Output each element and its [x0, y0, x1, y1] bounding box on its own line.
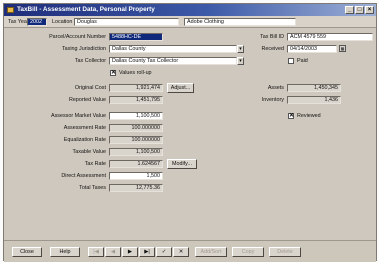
assessor-market-value-label: Assessor Market Value: [50, 113, 106, 119]
help-button[interactable]: Help: [50, 247, 80, 257]
taxable-value-field: 1,100,500: [109, 148, 163, 156]
assessor-market-value-field[interactable]: 1,100,500: [109, 112, 163, 120]
add-sort-button[interactable]: Add/Sort: [195, 247, 227, 257]
bottom-toolbar: Close Help |◀ ◀ ▶ ▶| ✓ ✕ Add/Sort Copy D…: [4, 240, 376, 262]
calendar-icon[interactable]: ▦: [339, 45, 346, 52]
original-cost-label: Original Cost: [74, 85, 106, 91]
copy-button[interactable]: Copy: [232, 247, 264, 257]
tax-collector-select[interactable]: Dallas County Tax Collector: [109, 57, 237, 65]
tax-bill-id-field[interactable]: ACM 4579 559: [287, 33, 373, 41]
next-record-button[interactable]: ▶: [122, 247, 138, 257]
maximize-icon[interactable]: □: [355, 6, 364, 14]
taxing-jurisdiction-select[interactable]: Dallas County: [109, 45, 237, 53]
direct-assessment-label: Direct Assessment: [61, 173, 106, 179]
adjust-button[interactable]: Adjust...: [167, 83, 194, 93]
inventory-field: 1,436: [287, 96, 341, 104]
chevron-down-icon[interactable]: ▾: [237, 57, 244, 65]
tax-year-field[interactable]: 2002: [27, 18, 47, 26]
assets-field: 1,450,345: [287, 84, 341, 92]
previous-record-button[interactable]: ◀: [105, 247, 121, 257]
reviewed-label: Reviewed: [297, 113, 321, 119]
inventory-label: Inventory: [261, 97, 284, 103]
paid-label: Paid: [297, 58, 308, 64]
total-taxes-label: Total Taxes: [79, 185, 106, 191]
values-rollup-checkbox[interactable]: ✕: [110, 70, 116, 76]
close-icon[interactable]: ×: [365, 6, 374, 14]
values-rollup-label: Values roll-up: [119, 70, 152, 76]
last-record-button[interactable]: ▶|: [139, 247, 155, 257]
location-label: Location: [52, 19, 73, 25]
header-bar: Tax Year 2002 Location Douglas Adobe Clo…: [4, 16, 376, 28]
tax-collector-label: Tax Collector: [74, 58, 106, 64]
reviewed-checkbox[interactable]: ✕: [288, 113, 294, 119]
tax-year-label: Tax Year: [8, 19, 29, 25]
taxable-value-label: Taxable Value: [72, 149, 106, 155]
reported-value-label: Reported Value: [68, 97, 106, 103]
tax-bill-id-label: Tax Bill ID: [260, 34, 284, 40]
direct-assessment-field[interactable]: 1,500: [109, 172, 163, 180]
received-date-field[interactable]: 04/14/2003: [287, 45, 337, 53]
close-button[interactable]: Close: [12, 247, 42, 257]
reported-value-field: 1,451,795: [109, 96, 163, 104]
delete-button[interactable]: Delete: [269, 247, 301, 257]
business-name-field[interactable]: Adobe Clothing: [184, 18, 296, 26]
first-record-button[interactable]: |◀: [88, 247, 104, 257]
equalization-rate-field: 100.000000: [109, 136, 163, 144]
equalization-rate-label: Equalization Rate: [63, 137, 106, 143]
title-bar: TaxBill - Assessment Data, Personal Prop…: [4, 4, 376, 16]
paid-checkbox[interactable]: [288, 58, 294, 64]
assessment-rate-label: Assessment Rate: [63, 125, 106, 131]
app-icon: [7, 7, 14, 13]
location-field[interactable]: Douglas: [74, 18, 179, 26]
parcel-label: Parcel/Account Number: [49, 34, 106, 40]
minimize-icon[interactable]: _: [345, 6, 354, 14]
modify-button[interactable]: Modify...: [167, 159, 197, 169]
assessment-window: TaxBill - Assessment Data, Personal Prop…: [3, 3, 377, 262]
taxing-jurisdiction-label: Taxing Jurisdiction: [61, 46, 106, 52]
tax-rate-label: Tax Rate: [84, 161, 106, 167]
save-check-icon[interactable]: ✓: [156, 247, 172, 257]
parcel-account-field[interactable]: 5488HC-DE: [109, 33, 163, 41]
cancel-x-icon[interactable]: ✕: [173, 247, 189, 257]
chevron-down-icon[interactable]: ▾: [237, 45, 244, 53]
assessment-rate-field: 100.000000: [109, 124, 163, 132]
tax-rate-field: 1.624567: [109, 160, 163, 168]
received-label: Received: [261, 46, 284, 52]
original-cost-field: 1,921,474: [109, 84, 163, 92]
assets-label: Assets: [267, 85, 284, 91]
window-title: TaxBill - Assessment Data, Personal Prop…: [17, 6, 155, 13]
total-taxes-field: 12,775.36: [109, 184, 163, 192]
